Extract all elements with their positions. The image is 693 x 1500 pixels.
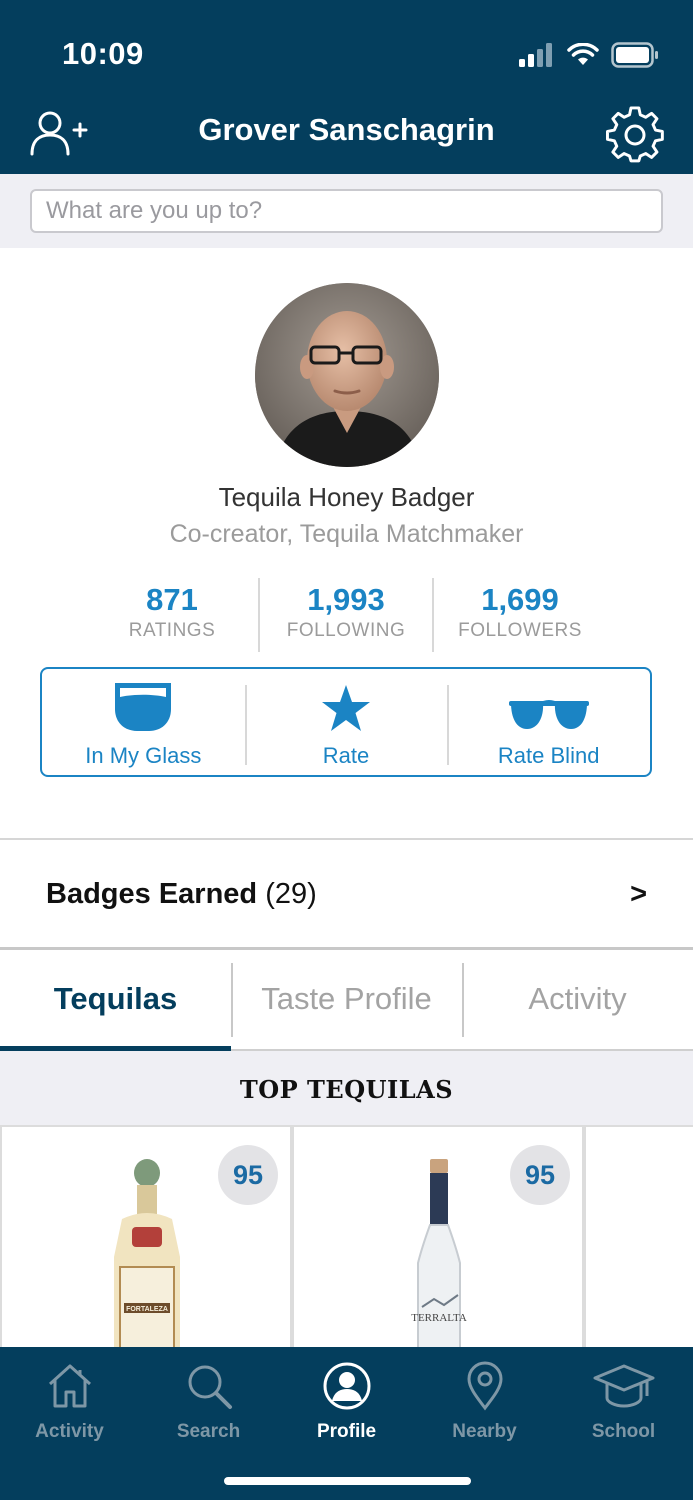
wifi-icon (567, 43, 599, 65)
top-tequilas-header: TOP TEQUILAS (0, 1051, 693, 1125)
nav-activity[interactable]: Activity (0, 1357, 139, 1443)
stat-value: 871 (146, 582, 198, 617)
glass-icon (115, 683, 172, 731)
status-post-bar (0, 174, 693, 248)
stat-label: FOLLOWERS (458, 620, 582, 641)
quick-actions: In My Glass Rate Rate Blind (40, 667, 652, 777)
badges-label: Badges Earned (46, 878, 258, 910)
avatar-photo (255, 283, 439, 467)
action-label: In My Glass (85, 743, 202, 768)
graduation-cap-icon (593, 1364, 654, 1408)
stat-value: 1,699 (481, 582, 559, 617)
badges-count: (29) (265, 878, 317, 910)
divider (447, 685, 450, 765)
battery-icon (611, 42, 658, 68)
nav-label: Nearby (452, 1421, 517, 1442)
section-title: TOP TEQUILAS (239, 1075, 454, 1104)
badges-earned-row[interactable]: Badges Earned (29) > (0, 838, 693, 950)
action-label: Rate (322, 743, 370, 768)
profile-subtitle: Co-creator, Tequila Matchmaker (169, 520, 524, 548)
tequila-card[interactable]: FORTALEZA 95 (0, 1125, 292, 1347)
status-input[interactable] (30, 189, 663, 233)
stat-label: RATINGS (128, 620, 216, 641)
location-pin-icon (466, 1361, 503, 1411)
nav-profile[interactable]: Profile (277, 1357, 416, 1443)
signal-icon (519, 43, 552, 67)
top-tequilas-carousel: FORTALEZA 95 TERRALTA 95 (0, 1125, 693, 1347)
nav-search[interactable]: Search (139, 1357, 278, 1443)
tab-tequilas[interactable]: Tequilas (0, 953, 231, 1051)
page-title: Grover Sanschagrin (198, 112, 495, 147)
stat-followers[interactable]: 1,699 FOLLOWERS (432, 578, 606, 652)
stat-ratings[interactable]: 871 RATINGS (86, 578, 258, 652)
nav-nearby[interactable]: Nearby (415, 1357, 554, 1443)
stat-label: FOLLOWING (286, 620, 406, 641)
profile-tabs: Tequilas Taste Profile Activity (0, 953, 693, 1051)
stat-value: 1,993 (307, 582, 385, 617)
tab-activity[interactable]: Activity (462, 953, 693, 1049)
profile-icon (323, 1362, 370, 1410)
search-icon (188, 1365, 232, 1409)
tab-taste-profile[interactable]: Taste Profile (231, 953, 462, 1049)
score-badge: 95 (218, 1145, 278, 1205)
score-badge: 95 (510, 1145, 570, 1205)
bottle-label-text: FORTALEZA (126, 1306, 168, 1313)
action-label: Rate Blind (497, 743, 600, 768)
nav-label: Profile (316, 1421, 377, 1442)
nav-label: School (591, 1421, 656, 1442)
tequila-card[interactable]: TERRALTA 95 (292, 1125, 584, 1347)
star-icon (322, 685, 370, 731)
profile-avatar[interactable] (255, 283, 439, 467)
in-my-glass-button[interactable]: In My Glass (42, 669, 245, 775)
divider (244, 685, 247, 765)
bottle-label-text: TERRALTA (411, 1312, 467, 1324)
home-icon (48, 1364, 91, 1408)
home-indicator[interactable] (224, 1477, 471, 1485)
tequila-card[interactable] (584, 1125, 693, 1347)
chevron-right-icon: > (630, 878, 647, 910)
stat-following[interactable]: 1,993 FOLLOWING (258, 578, 432, 652)
rate-button[interactable]: Rate (244, 669, 448, 775)
badges-title: Badges Earned (29) (46, 878, 317, 911)
status-icons (519, 38, 659, 72)
profile-name: Tequila Honey Badger (218, 482, 475, 512)
gear-icon (606, 106, 664, 163)
status-time: 10:09 (62, 36, 144, 71)
app-header: 10:09 Grover Sanschagrin (0, 0, 693, 174)
sunglasses-icon (508, 700, 589, 729)
nav-school[interactable]: School (554, 1357, 693, 1443)
nav-label: Activity (35, 1421, 104, 1442)
rate-blind-button[interactable]: Rate Blind (447, 669, 650, 775)
nav-label: Search (176, 1421, 241, 1442)
settings-button[interactable] (606, 106, 664, 164)
profile-stats: 871 RATINGS 1,993 FOLLOWING 1,699 FOLLOW… (86, 578, 606, 652)
